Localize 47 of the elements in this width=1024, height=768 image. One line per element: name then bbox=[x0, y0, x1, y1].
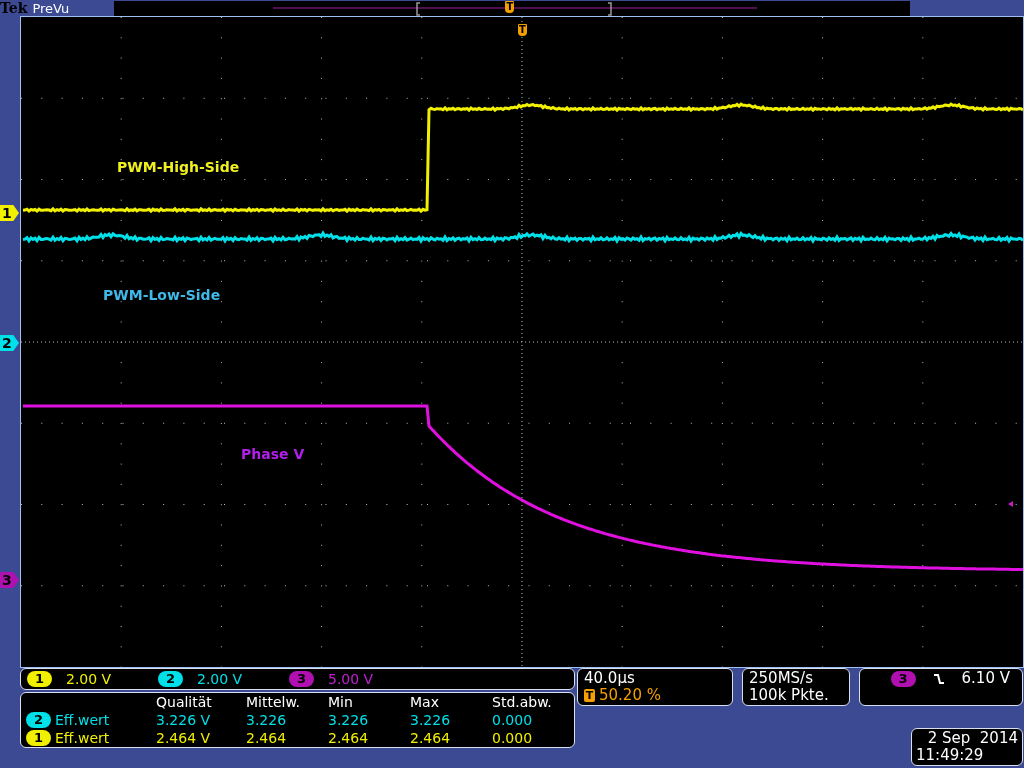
measurement-value: 3.226 bbox=[410, 712, 452, 728]
channel-badge[interactable]: 1 bbox=[27, 671, 52, 687]
trigger-icon: T bbox=[584, 689, 595, 702]
measurement-name: Eff.wert bbox=[55, 730, 110, 746]
measurement-value: 2.464 bbox=[246, 730, 288, 746]
record-length: 100k Pkte. bbox=[749, 687, 830, 704]
trigger-level: 6.10 V bbox=[961, 670, 1010, 687]
measurement-value: 0.000 bbox=[492, 730, 534, 746]
date-text: 2 Sep 2014 bbox=[927, 730, 1018, 747]
channel-badge[interactable]: 2 bbox=[158, 671, 183, 687]
column-header: Mittelw. bbox=[246, 694, 302, 710]
trigger-marker: T bbox=[518, 24, 527, 36]
trigger-marker: T bbox=[505, 0, 515, 13]
trace-label: PWM-Low-Side bbox=[103, 287, 221, 303]
column-header: Qualität bbox=[156, 694, 213, 710]
channel-marker[interactable]: 1 bbox=[0, 205, 19, 221]
measurement-value: 2.464 bbox=[328, 730, 370, 746]
measurement-value: 3.226 bbox=[246, 712, 288, 728]
measurement-value: 2.464 bbox=[410, 730, 452, 746]
time-scale: 40.0µs bbox=[584, 670, 636, 687]
vertical-scale: 2.00 V bbox=[197, 671, 244, 687]
measurement-value: 3.226 bbox=[328, 712, 370, 728]
measurement-value: 3.226 V bbox=[156, 712, 212, 728]
vertical-scale: 2.00 V bbox=[66, 671, 113, 687]
measurement-name: Eff.wert bbox=[55, 712, 110, 728]
sample-rate: 250MS/s bbox=[749, 670, 814, 687]
column-header: Std.abw. bbox=[492, 694, 553, 710]
brand-label: Tek bbox=[0, 0, 28, 16]
channel-marker[interactable]: 3 bbox=[0, 572, 19, 588]
mode-label: PreVu bbox=[32, 0, 71, 16]
channel-badge[interactable]: 3 bbox=[890, 670, 916, 687]
column-header: Max bbox=[410, 694, 440, 710]
trigger-level-icon bbox=[1008, 501, 1013, 507]
channel-marker[interactable]: 2 bbox=[0, 335, 19, 351]
channel-badge[interactable]: 3 bbox=[289, 671, 314, 687]
trace-label: PWM-High-Side bbox=[117, 159, 240, 175]
trigger-position: 50.20 % bbox=[599, 687, 661, 704]
view-bracket-icon bbox=[416, 1, 613, 16]
trace-label: Phase V bbox=[241, 446, 305, 462]
vertical-scale: 5.00 V bbox=[328, 671, 375, 687]
column-header: Min bbox=[328, 694, 354, 710]
channel-badge[interactable]: 2 bbox=[26, 712, 51, 728]
falling-edge-icon bbox=[933, 672, 944, 685]
measurement-value: 0.000 bbox=[492, 712, 534, 728]
channel-badge[interactable]: 1 bbox=[26, 730, 51, 746]
time-text: 11:49:29 bbox=[916, 747, 984, 764]
measurement-value: 2.464 V bbox=[156, 730, 212, 746]
